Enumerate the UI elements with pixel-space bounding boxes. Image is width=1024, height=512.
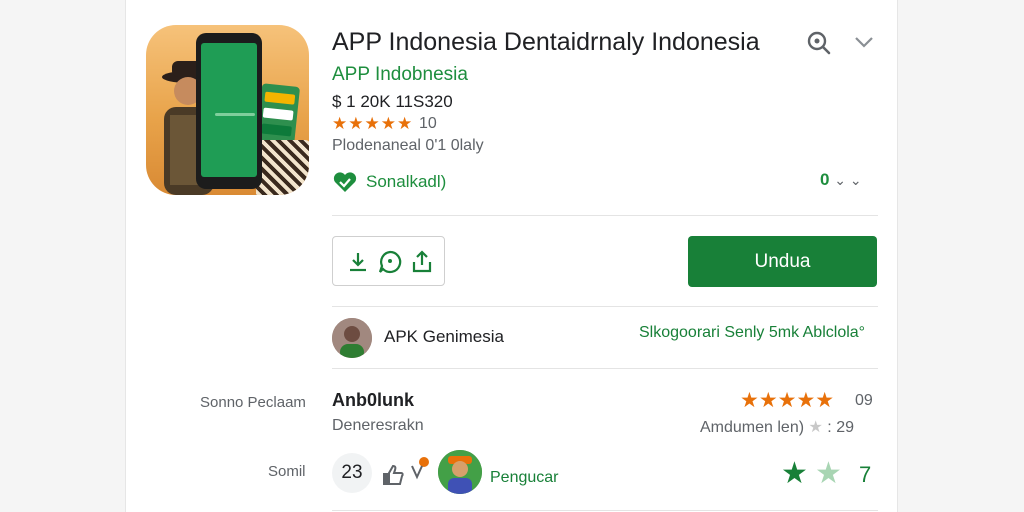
share-icon[interactable]: [409, 249, 435, 275]
divider: [332, 306, 878, 307]
developer-name: APK Genimesia: [384, 327, 504, 346]
star-icon: ★: [815, 457, 842, 490]
app-title: APP Indonesia Dentaidrnaly Indonesia: [332, 28, 760, 56]
review-meta-count: 29: [836, 419, 854, 436]
divider: [332, 215, 878, 216]
phone-screen-text: [215, 113, 255, 116]
person-avatar-icon: [332, 318, 372, 358]
download-icon[interactable]: [345, 249, 371, 275]
review-section-label: Sonno Peclaam: [200, 394, 306, 411]
review-subtitle: Deneresrakn: [332, 417, 424, 434]
divider: [332, 510, 878, 511]
avatar[interactable]: [332, 318, 372, 358]
bottom-section-label: Somil: [268, 463, 306, 480]
review-meta: Amdumen len) ★ : 29: [700, 417, 854, 437]
downloads-text: Plodenaneal 0'1 0laly: [332, 137, 484, 154]
review-stars: ★★★★★: [740, 389, 835, 412]
thumb-up-icon[interactable]: [381, 463, 405, 487]
phone-screen: [201, 43, 257, 177]
rating-stars: ★★★★★: [332, 114, 414, 133]
star-icon: ★: [808, 419, 823, 436]
flag-icon[interactable]: [408, 456, 432, 480]
review-title: Anb0lunk: [332, 390, 415, 410]
developer-link[interactable]: APP Indobnesia: [332, 64, 468, 86]
divider: [332, 368, 878, 369]
chevron-down-icon[interactable]: [852, 30, 876, 54]
developer-more-link[interactable]: Slkogoorari Senly 5mk Ablclola°: [639, 324, 865, 342]
search-icon[interactable]: [806, 30, 832, 56]
review-count: 09: [855, 392, 873, 409]
star-count: 7: [859, 462, 872, 487]
batik-cloth-illustration: [256, 140, 309, 195]
chat-icon[interactable]: [377, 249, 403, 275]
count-circle[interactable]: 23: [332, 453, 372, 493]
count-value: 0: [820, 170, 830, 189]
rating-value: 10: [419, 115, 437, 132]
action-button-group: [332, 236, 445, 286]
user-name[interactable]: Pengucar: [490, 469, 559, 487]
avatar[interactable]: [438, 450, 482, 494]
star-icon: ★: [781, 457, 808, 490]
install-button[interactable]: Undua: [688, 236, 877, 287]
phone-illustration: [196, 33, 262, 189]
person-avatar-icon: [438, 450, 482, 494]
review-meta-text: Amdumen len): [700, 419, 805, 436]
heart-check-icon: [333, 172, 357, 192]
chevron-down-icon: ⌄ ⌄: [834, 172, 862, 188]
verified-label: Sonalkadl): [366, 172, 447, 191]
price-text: $ 1 20K 11S320: [332, 92, 453, 111]
count-dropdown[interactable]: 0 ⌄ ⌄: [820, 170, 862, 190]
review-meta-separator: :: [827, 419, 832, 436]
app-icon-image: [146, 25, 309, 195]
